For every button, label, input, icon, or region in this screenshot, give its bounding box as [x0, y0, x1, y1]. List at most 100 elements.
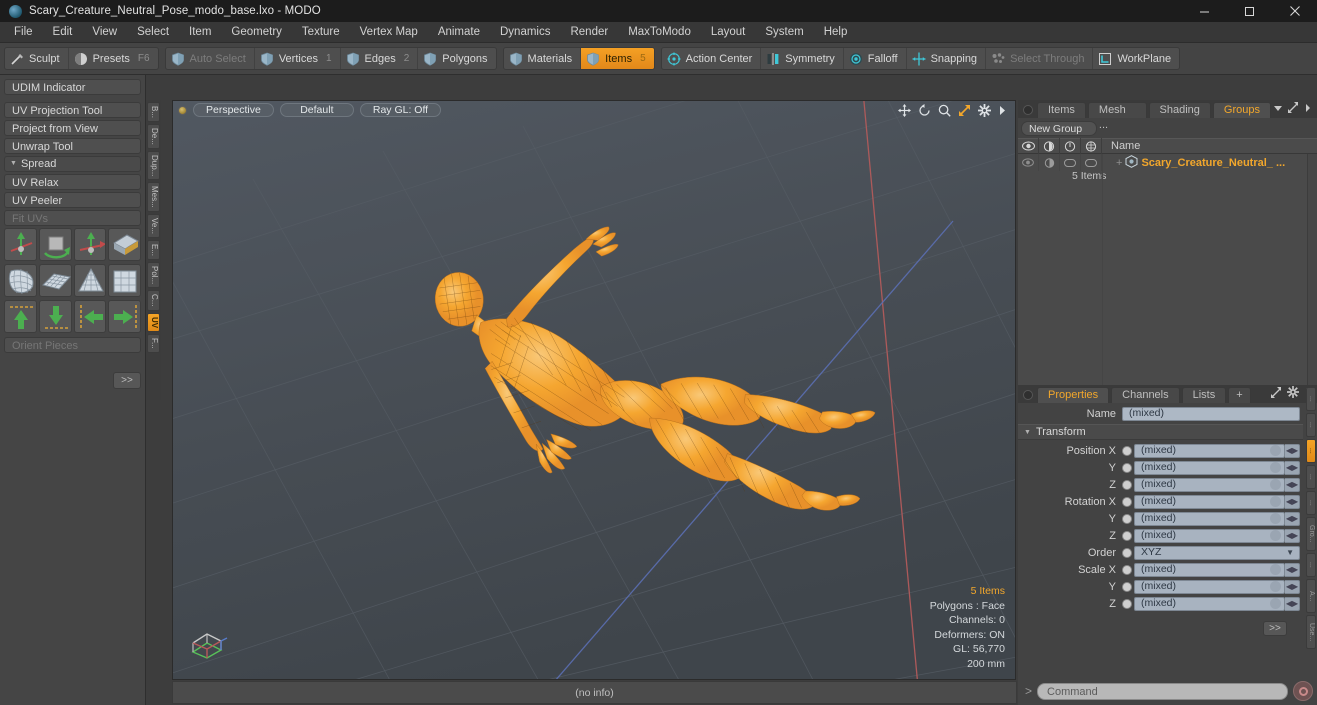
- spinner-y[interactable]: ◀▶: [1285, 460, 1300, 475]
- box-uv-icon[interactable]: [108, 264, 141, 297]
- gear-icon[interactable]: [978, 103, 991, 117]
- toolbar-button-vertices[interactable]: Vertices 1: [255, 48, 341, 69]
- left-vtab-f[interactable]: F...: [147, 333, 160, 353]
- properties-side-tab-8[interactable]: Use...: [1306, 615, 1316, 649]
- spinner-z[interactable]: ◀▶: [1285, 528, 1300, 543]
- property-channel-dot[interactable]: [1122, 547, 1132, 558]
- menu-item-help[interactable]: Help: [814, 22, 858, 43]
- properties-menu-dot[interactable]: [1023, 390, 1033, 400]
- property-field-rotation-x[interactable]: (mixed): [1134, 494, 1285, 509]
- property-channel-dot[interactable]: [1122, 530, 1132, 541]
- tab-mesh-[interactable]: Mesh ...: [1087, 102, 1147, 131]
- property-field-y[interactable]: (mixed): [1134, 511, 1285, 526]
- menu-item-geometry[interactable]: Geometry: [221, 22, 292, 43]
- viewport-3d[interactable]: Perspective Default Ray GL: Off 5 Items …: [172, 100, 1016, 680]
- field-key-dot[interactable]: [1270, 496, 1281, 507]
- left-vtab-dup[interactable]: Dup...: [147, 150, 160, 181]
- expand-icon[interactable]: [1288, 102, 1299, 116]
- field-key-dot[interactable]: [1270, 564, 1281, 575]
- properties-expand-icon[interactable]: [1271, 386, 1282, 401]
- grid-uv-icon[interactable]: [38, 264, 72, 297]
- zoom-icon[interactable]: [938, 104, 951, 117]
- field-key-dot[interactable]: [1270, 445, 1281, 456]
- menu-item-texture[interactable]: Texture: [292, 22, 350, 43]
- menu-item-maxtomodo[interactable]: MaxToModo: [618, 22, 701, 43]
- tab-lists[interactable]: Lists: [1181, 387, 1227, 403]
- close-button[interactable]: [1272, 0, 1317, 22]
- new-group-button[interactable]: New Group: [1021, 121, 1097, 136]
- property-channel-dot[interactable]: [1122, 564, 1132, 575]
- chevron-right-icon[interactable]: [998, 105, 1007, 116]
- properties-more-button[interactable]: >>: [1263, 621, 1287, 636]
- property-channel-dot[interactable]: [1122, 496, 1132, 507]
- property-channel-dot[interactable]: [1122, 513, 1132, 524]
- sphere-uv-icon[interactable]: [4, 264, 37, 297]
- property-field-z[interactable]: (mixed): [1134, 596, 1285, 611]
- row-render-toggle[interactable]: [1039, 154, 1060, 171]
- row-eye-toggle[interactable]: [1018, 154, 1039, 171]
- minimize-button[interactable]: [1182, 0, 1227, 22]
- property-field-z[interactable]: (mixed): [1134, 477, 1285, 492]
- properties-side-tab-1[interactable]: ...: [1306, 413, 1316, 437]
- field-key-dot[interactable]: [1270, 530, 1281, 541]
- left-vtab-de[interactable]: De...: [147, 124, 160, 149]
- view-mode-dropdown[interactable]: Perspective: [193, 103, 274, 117]
- property-field-y[interactable]: (mixed): [1134, 579, 1285, 594]
- fit-icon[interactable]: [958, 104, 971, 117]
- property-channel-dot[interactable]: [1122, 462, 1132, 473]
- panel-menu-dot[interactable]: [1023, 105, 1033, 115]
- toolbar-button-sculpt[interactable]: Sculpt: [5, 48, 69, 69]
- property-field-order[interactable]: XYZ ▼: [1134, 545, 1300, 560]
- property-field-position-x[interactable]: (mixed): [1134, 443, 1285, 458]
- wireframe-icon[interactable]: [1081, 138, 1102, 154]
- field-key-dot[interactable]: [1270, 513, 1281, 524]
- expand-toggle[interactable]: +: [1116, 157, 1122, 169]
- tab-shading[interactable]: Shading: [1148, 102, 1211, 118]
- tree-scrollbar[interactable]: [1307, 154, 1317, 386]
- left-panel-more-button[interactable]: >>: [113, 372, 141, 389]
- properties-side-tab-6[interactable]: ...: [1306, 553, 1316, 577]
- properties-side-tab-0[interactable]: ...: [1306, 387, 1316, 411]
- property-field-z[interactable]: (mixed): [1134, 528, 1285, 543]
- property-channel-dot[interactable]: [1122, 479, 1132, 490]
- align-left-icon[interactable]: [73, 300, 107, 333]
- chevron-down-icon[interactable]: ▼: [1286, 546, 1294, 559]
- item-tree-body[interactable]: + Scary_Creature_Neutral_ ... 5 Items: [1018, 154, 1317, 386]
- left-panel-item-unwrap-tool[interactable]: Unwrap Tool: [4, 138, 141, 154]
- menu-item-view[interactable]: View: [82, 22, 127, 43]
- cone-uv-icon[interactable]: [73, 264, 107, 297]
- render-icon[interactable]: [1039, 138, 1060, 154]
- left-panel-item-uv-peeler[interactable]: UV Peeler: [4, 192, 141, 208]
- align-up-icon[interactable]: [4, 300, 37, 333]
- toolbar-button-auto-select[interactable]: Auto Select: [166, 48, 255, 69]
- left-panel-section-spread[interactable]: ▼ Spread: [4, 156, 141, 172]
- ray-gl-toggle[interactable]: Ray GL: Off: [359, 103, 442, 117]
- menu-item-layout[interactable]: Layout: [701, 22, 756, 43]
- spinner-z[interactable]: ◀▶: [1285, 477, 1300, 492]
- spinner-y[interactable]: ◀▶: [1285, 579, 1300, 594]
- menu-item-select[interactable]: Select: [127, 22, 179, 43]
- chevron-down-icon[interactable]: [1273, 103, 1283, 115]
- align-down-icon[interactable]: [38, 300, 72, 333]
- move-uv-icon[interactable]: [4, 228, 37, 261]
- left-vtab-e[interactable]: E...: [147, 240, 160, 261]
- viewport-menu-dot[interactable]: [178, 105, 187, 115]
- transform-section-header[interactable]: ▼ Transform: [1018, 424, 1303, 440]
- flip-uv-icon[interactable]: [108, 228, 141, 261]
- menu-item-render[interactable]: Render: [560, 22, 618, 43]
- menu-item-dynamics[interactable]: Dynamics: [490, 22, 560, 43]
- lock-icon[interactable]: [1060, 138, 1081, 154]
- property-channel-dot[interactable]: [1122, 445, 1132, 456]
- tab-items[interactable]: Items: [1037, 102, 1086, 118]
- field-key-dot[interactable]: [1270, 479, 1281, 490]
- toolbar-button-action-center[interactable]: Action Center: [662, 48, 762, 69]
- menu-item-system[interactable]: System: [755, 22, 813, 43]
- toolbar-button-edges[interactable]: Edges 2: [341, 48, 419, 69]
- tree-item-name-cell[interactable]: + Scary_Creature_Neutral_ ...: [1102, 154, 1285, 171]
- menu-item-edit[interactable]: Edit: [43, 22, 83, 43]
- row-lock-toggle[interactable]: [1060, 154, 1081, 171]
- properties-side-tab-7[interactable]: A...: [1306, 579, 1316, 613]
- rotate-uv-icon[interactable]: [38, 228, 72, 261]
- toolbar-button-select-through[interactable]: Select Through: [986, 48, 1094, 69]
- menu-item-file[interactable]: File: [4, 22, 43, 43]
